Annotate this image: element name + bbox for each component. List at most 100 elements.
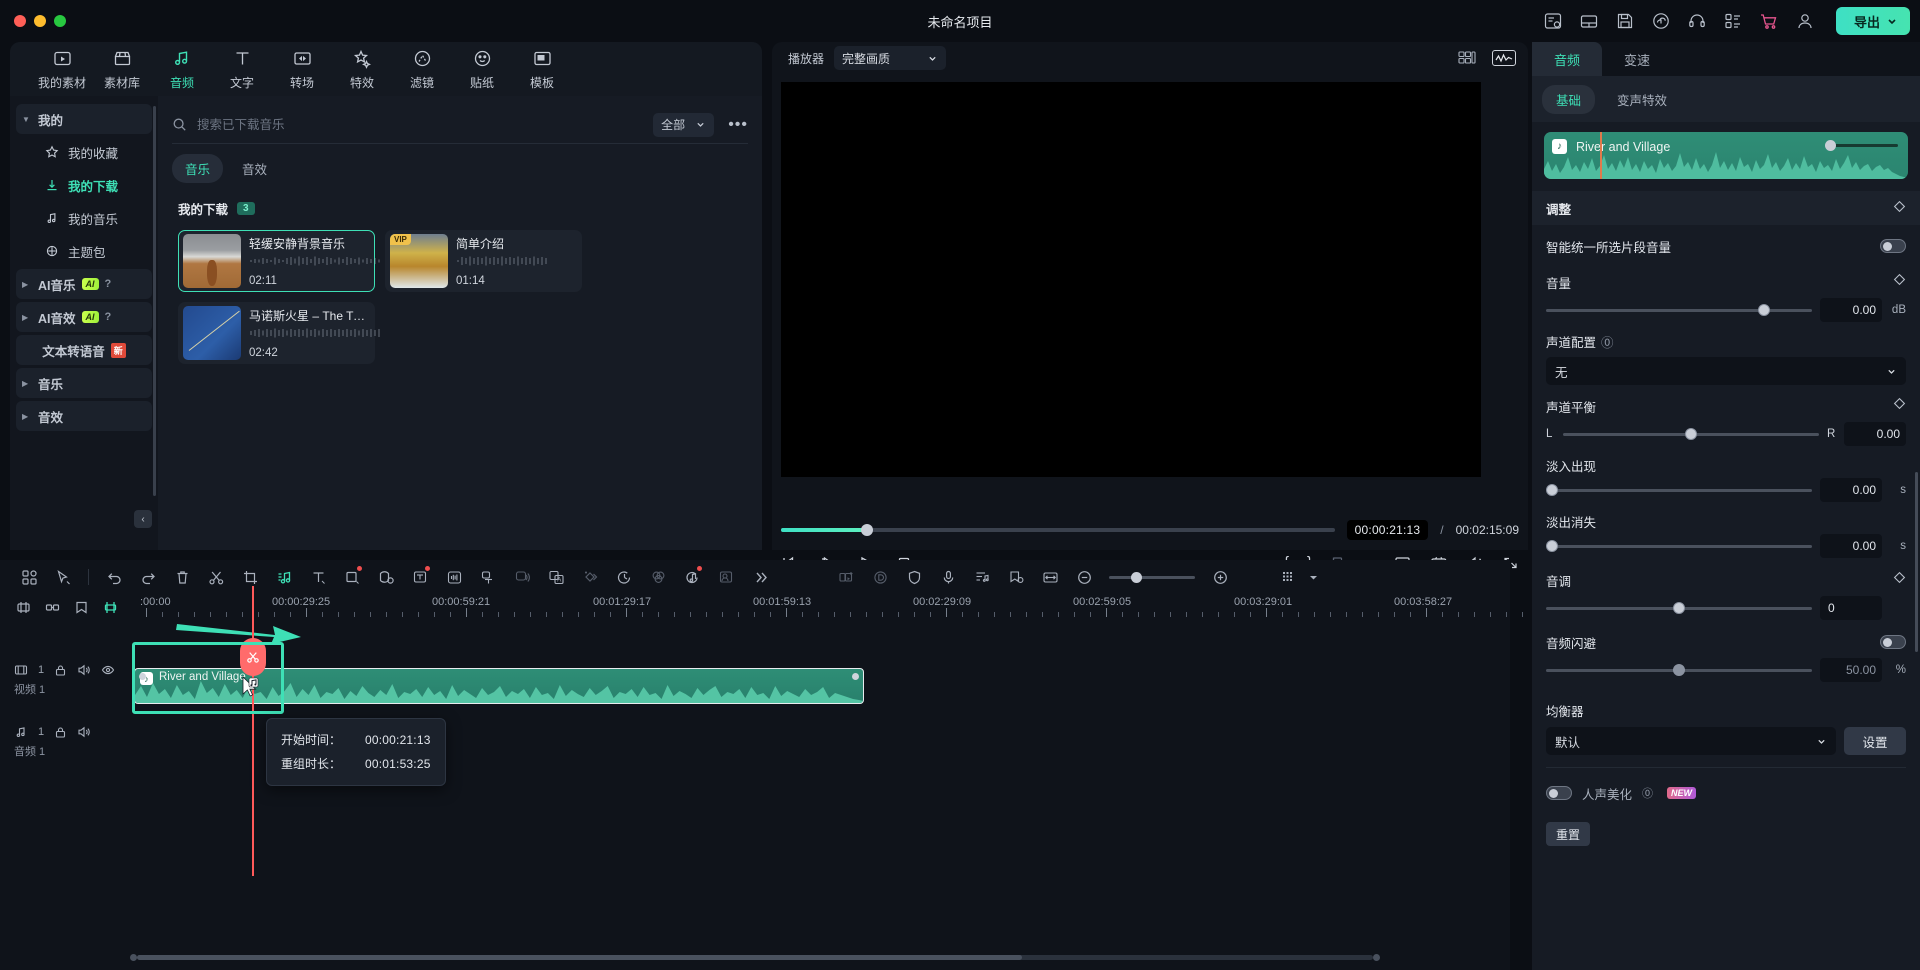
properties-scrollbar[interactable]	[1915, 472, 1918, 652]
fade-out-value[interactable]: 0.00	[1820, 534, 1882, 558]
pill-basic[interactable]: 基础	[1542, 85, 1595, 114]
snap-magnet-icon[interactable]	[16, 600, 31, 615]
save-icon[interactable]	[1614, 10, 1636, 32]
slider-handle[interactable]	[1685, 428, 1697, 440]
grid-select-icon[interactable]	[12, 563, 46, 591]
keyframe-icon[interactable]	[1893, 397, 1906, 415]
nav-item-audio[interactable]: 音频	[152, 47, 212, 91]
lock-icon[interactable]	[54, 726, 67, 739]
collapse-sidebar-button[interactable]: ‹	[134, 510, 152, 528]
track-height-icon[interactable]	[1271, 563, 1305, 591]
clip-zoom-slider[interactable]	[1830, 144, 1898, 147]
maximize-button[interactable]	[54, 15, 66, 27]
sidebar-item-mine[interactable]: ▼ 我的	[16, 104, 152, 134]
mask-icon[interactable]	[369, 563, 403, 591]
cloud-upload-icon[interactable]	[1650, 10, 1672, 32]
help-icon[interactable]: ⓪	[1601, 332, 1614, 351]
pill-voice-effects[interactable]: 变声特效	[1603, 85, 1681, 114]
audio-wave-icon[interactable]	[437, 563, 471, 591]
nav-item-library[interactable]: 素材库	[92, 47, 152, 91]
subtab-sfx[interactable]: 音效	[229, 154, 280, 183]
speech-to-text-icon[interactable]	[505, 563, 539, 591]
window-controls[interactable]	[14, 15, 66, 27]
nav-item-my-media[interactable]: 我的素材	[32, 47, 92, 91]
sidebar-item-music[interactable]: ▶ 音乐	[16, 368, 152, 398]
cart-icon[interactable]	[1758, 10, 1780, 32]
delete-icon[interactable]	[165, 563, 199, 591]
pitch-slider[interactable]	[1546, 607, 1812, 610]
help-icon[interactable]: ⓪	[1642, 785, 1653, 801]
subtab-music[interactable]: 音乐	[172, 154, 223, 183]
sidebar-item-favorites[interactable]: 我的收藏	[16, 137, 152, 167]
shield-icon[interactable]	[897, 563, 931, 591]
undo-icon[interactable]	[97, 563, 131, 591]
cursor-select-icon[interactable]	[46, 563, 80, 591]
ai-text-icon[interactable]	[403, 563, 437, 591]
ducking-toggle[interactable]	[1880, 635, 1906, 649]
video-track-icon[interactable]	[14, 663, 28, 677]
keyframe-icon[interactable]	[1893, 571, 1906, 589]
pitch-value[interactable]: 0	[1820, 596, 1882, 620]
more-options-icon[interactable]: •••	[728, 116, 748, 134]
help-icon[interactable]: ?	[105, 278, 112, 290]
seek-handle[interactable]	[861, 524, 873, 536]
search-input[interactable]	[197, 118, 653, 132]
music-card[interactable]: 轻缓安静背景音乐 02:11	[178, 230, 375, 292]
vocal-enhance-toggle[interactable]	[1546, 786, 1572, 800]
zoom-slider-handle[interactable]	[1131, 572, 1142, 583]
keyframe-icon[interactable]	[1893, 273, 1906, 291]
slider-handle[interactable]	[1673, 664, 1685, 676]
channel-config-select[interactable]: 无	[1546, 357, 1906, 385]
help-icon[interactable]: ?	[105, 311, 112, 323]
shape-add-icon[interactable]	[335, 563, 369, 591]
mute-icon[interactable]	[77, 663, 91, 677]
waveform-monitor-icon[interactable]	[1492, 50, 1516, 66]
fade-in-slider[interactable]	[1546, 489, 1812, 492]
keyframe-add-icon[interactable]	[573, 563, 607, 591]
layout-icon[interactable]	[1578, 10, 1600, 32]
speed-icon[interactable]	[607, 563, 641, 591]
sidebar-item-downloads[interactable]: 我的下载	[16, 170, 152, 200]
timeline-ruler[interactable]: :00:00 00:00:29:25 00:00:59:21 00:01:29:…	[120, 594, 1510, 620]
audio-track-icon[interactable]	[14, 725, 28, 739]
audio-detach-icon[interactable]	[267, 563, 301, 591]
sidebar-item-my-music[interactable]: 我的音乐	[16, 203, 152, 233]
add-clip-icon[interactable]	[829, 563, 863, 591]
color-wheel-icon[interactable]	[641, 563, 675, 591]
headset-support-icon[interactable]	[1686, 10, 1708, 32]
lock-icon[interactable]	[54, 664, 67, 677]
music-card[interactable]: 马诺斯火星 – The Tun... 02:42	[178, 302, 375, 364]
volume-value[interactable]: 0.00	[1820, 298, 1882, 322]
equalizer-select[interactable]: 默认	[1546, 727, 1836, 755]
caret-icon[interactable]	[1305, 563, 1321, 591]
volume-slider[interactable]	[1546, 309, 1812, 312]
crop-icon[interactable]	[233, 563, 267, 591]
clip-preview-card[interactable]: ♪ River and Village	[1544, 132, 1908, 179]
fit-timeline-icon[interactable]	[1033, 563, 1067, 591]
slider-handle[interactable]	[1546, 484, 1558, 496]
more-icon[interactable]	[743, 563, 777, 591]
notes-icon[interactable]	[1542, 10, 1564, 32]
timeline-hscrollbar[interactable]	[137, 955, 1373, 960]
slider-handle[interactable]	[1546, 540, 1558, 552]
reset-button[interactable]: 重置	[1546, 822, 1590, 846]
zoom-out-icon[interactable]	[1067, 563, 1101, 591]
auto-normalize-toggle[interactable]	[1880, 239, 1906, 253]
portrait-cutout-icon[interactable]	[709, 563, 743, 591]
render-preview-icon[interactable]	[863, 563, 897, 591]
sidebar-item-sfx[interactable]: ▶ 音效	[16, 401, 152, 431]
auto-caption-icon[interactable]	[471, 563, 505, 591]
filter-select[interactable]: 全部	[653, 113, 714, 137]
sidebar-item-tts[interactable]: 文本转语音 新	[16, 335, 152, 365]
quality-select[interactable]: 完整画质	[834, 46, 946, 70]
clip-keyframe-dot[interactable]	[852, 673, 859, 680]
nav-item-transition[interactable]: 转场	[272, 47, 332, 91]
text-add-icon[interactable]	[301, 563, 335, 591]
tab-speed[interactable]: 变速	[1602, 42, 1672, 76]
minimize-button[interactable]	[34, 15, 46, 27]
sidebar-item-ai-sfx[interactable]: ▶ AI音效 AI ?	[16, 302, 152, 332]
sidebar-item-theme-pack[interactable]: 主题包	[16, 236, 152, 266]
translate-icon[interactable]: A	[539, 563, 573, 591]
nav-item-sticker[interactable]: 贴纸	[452, 47, 512, 91]
sidebar-scrollbar[interactable]	[153, 106, 156, 496]
